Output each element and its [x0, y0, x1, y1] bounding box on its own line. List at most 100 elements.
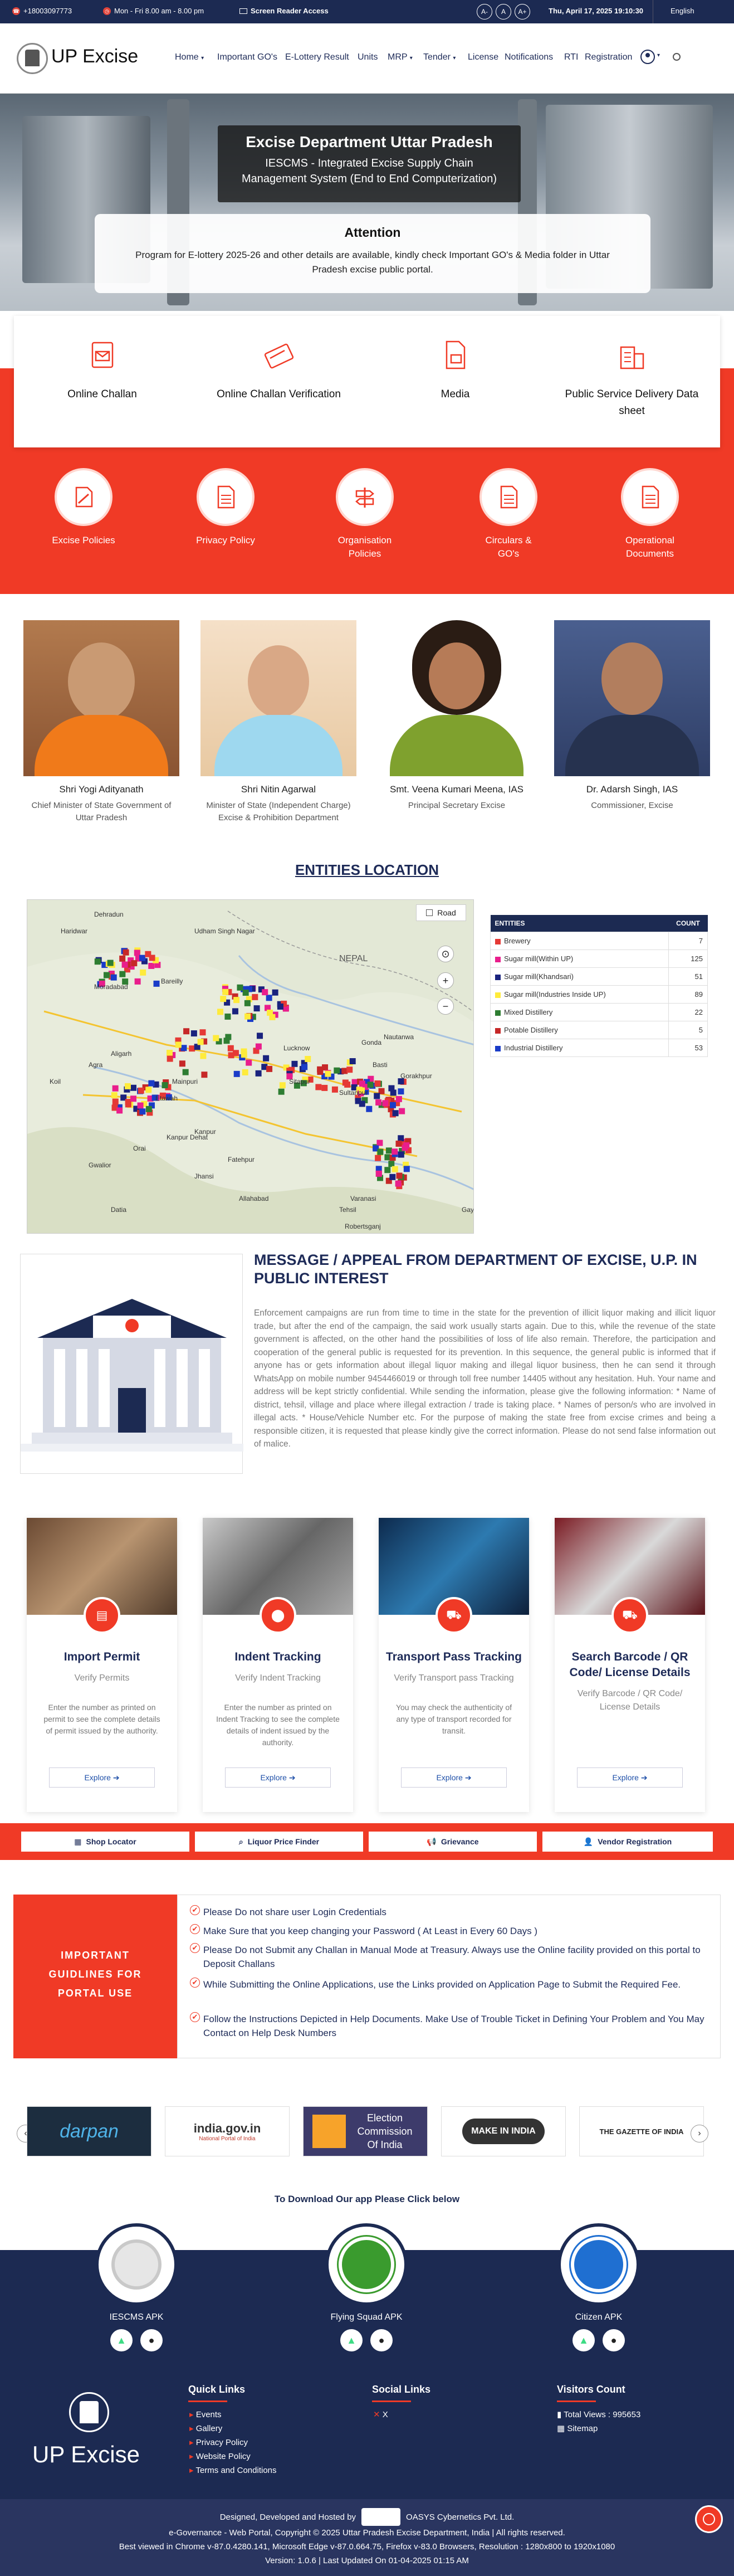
map-marker[interactable] [377, 1148, 384, 1155]
map-marker[interactable] [110, 974, 117, 981]
map-marker[interactable] [301, 1064, 308, 1070]
policy-operational-documents[interactable]: Operational Documents [616, 468, 683, 561]
footer-link[interactable]: ▸ Privacy Policy [189, 2436, 277, 2450]
map-marker[interactable] [242, 1069, 248, 1075]
nav-registration[interactable]: Registration [585, 52, 632, 62]
map-marker[interactable] [398, 1151, 404, 1158]
user-account-icon[interactable] [640, 50, 655, 64]
map-marker[interactable] [376, 1140, 383, 1146]
map-marker[interactable] [392, 1166, 398, 1172]
map-marker[interactable] [119, 971, 126, 977]
service-online-challan[interactable]: Online Challan [14, 316, 190, 447]
map-marker[interactable] [305, 1056, 311, 1063]
map-marker[interactable] [121, 961, 128, 968]
map-marker[interactable] [201, 1072, 208, 1078]
map-marker[interactable] [145, 951, 151, 957]
partner-logo-darpan[interactable]: darpan [27, 2106, 151, 2156]
nav-important-gos[interactable]: Important GO's [217, 52, 277, 62]
partner-logo-india-gov[interactable]: india.gov.in National Portal of India [165, 2106, 290, 2156]
map-marker[interactable] [148, 962, 155, 969]
map-marker[interactable] [107, 960, 114, 966]
partner-logo-gazette[interactable]: THE GAZETTE OF INDIA [579, 2106, 704, 2156]
map-marker[interactable] [246, 1059, 252, 1066]
map-marker[interactable] [241, 1051, 247, 1058]
font-increase-button[interactable]: A+ [515, 4, 530, 20]
map-marker[interactable] [367, 1082, 374, 1088]
explore-button[interactable]: Explore ➔ [49, 1767, 155, 1788]
map-marker[interactable] [388, 1161, 395, 1167]
map-marker[interactable] [223, 1038, 230, 1044]
screen-reader-link[interactable]: Screen Reader Access [239, 7, 329, 15]
apple-icon[interactable]: ● [370, 2329, 393, 2351]
map-marker[interactable] [217, 1009, 224, 1015]
map-marker[interactable] [398, 1135, 404, 1142]
partner-logo-make-in-india[interactable]: MAKE IN INDIA [441, 2106, 566, 2156]
nav-tender[interactable]: Tender ▾ [423, 52, 456, 62]
map-marker[interactable] [124, 1083, 131, 1089]
map-marker[interactable] [200, 1053, 207, 1059]
map-marker[interactable] [233, 997, 240, 1004]
map-marker[interactable] [334, 1067, 340, 1074]
search-icon[interactable] [673, 53, 681, 61]
map-marker[interactable] [213, 1035, 219, 1041]
nav-mrp[interactable]: MRP ▾ [388, 52, 413, 62]
nav-license[interactable]: License [468, 52, 498, 62]
nav-home[interactable]: Home ▾ [175, 52, 204, 62]
map-marker[interactable] [262, 989, 268, 996]
oasys-name[interactable]: OASYS Cybernetics Pvt. Ltd. [406, 2510, 514, 2524]
service-psd-data-sheet[interactable]: Public Service Delivery Data sheet [544, 316, 720, 447]
map-marker[interactable] [145, 1106, 152, 1112]
map-marker[interactable] [315, 1084, 322, 1090]
explore-button[interactable]: Explore ➔ [225, 1767, 331, 1788]
map-marker[interactable] [140, 969, 146, 976]
map-marker[interactable] [112, 1098, 119, 1105]
map-marker[interactable] [237, 984, 243, 991]
map-marker[interactable] [349, 1058, 356, 1065]
map-marker[interactable] [392, 1110, 399, 1117]
map-marker[interactable] [384, 1167, 391, 1173]
map-marker[interactable] [153, 980, 160, 987]
map-marker[interactable] [317, 1069, 324, 1075]
map-marker[interactable] [94, 958, 101, 965]
map-marker[interactable] [278, 1088, 285, 1095]
map-marker[interactable] [267, 1009, 273, 1016]
map-marker[interactable] [374, 1080, 381, 1087]
map-marker[interactable] [244, 1000, 251, 1006]
map-marker[interactable] [134, 978, 141, 985]
map-marker[interactable] [130, 1084, 137, 1091]
explore-button[interactable]: Explore ➔ [401, 1767, 507, 1788]
map-marker[interactable] [395, 1095, 402, 1102]
map-marker[interactable] [175, 1041, 182, 1048]
map-marker[interactable] [366, 1106, 373, 1112]
map-marker[interactable] [189, 1045, 195, 1052]
android-icon[interactable]: ▲ [572, 2329, 595, 2351]
map-marker[interactable] [130, 1095, 136, 1102]
map-marker[interactable] [197, 1039, 204, 1045]
footer-link[interactable]: ▸ Gallery [189, 2422, 277, 2436]
partner-logo-eci[interactable]: Election Commission Of India [303, 2106, 428, 2156]
map-marker[interactable] [392, 1148, 398, 1155]
map-marker[interactable] [388, 1085, 395, 1092]
map-marker[interactable] [395, 1141, 402, 1147]
map-marker[interactable] [125, 1101, 131, 1108]
flying-squad-app-icon[interactable] [325, 2223, 408, 2306]
map-marker[interactable] [255, 1043, 262, 1050]
sitemap-link[interactable]: ▦ Sitemap [557, 2422, 598, 2436]
map-marker[interactable] [277, 1003, 283, 1010]
scroll-top-button[interactable] [695, 2505, 723, 2533]
map-marker[interactable] [131, 960, 138, 967]
map-marker[interactable] [375, 1099, 382, 1106]
entities-map[interactable]: Dehradun Haridwar Udham Singh Nagar Moradab… [27, 899, 474, 1234]
grievance-button[interactable]: 📢 Grievance [369, 1832, 537, 1852]
service-media[interactable]: Media [367, 316, 544, 447]
service-online-challan-verification[interactable]: Online Challan Verification [190, 316, 367, 447]
map-marker[interactable] [220, 996, 227, 1002]
map-marker[interactable] [266, 995, 272, 1001]
map-marker[interactable] [252, 994, 258, 1000]
brand-name[interactable]: UP Excise [51, 46, 138, 67]
map-marker[interactable] [385, 1147, 392, 1154]
carousel-next-button[interactable]: › [691, 2125, 708, 2142]
map-marker[interactable] [183, 1028, 190, 1035]
map-marker[interactable] [399, 1108, 405, 1114]
map-marker[interactable] [398, 1088, 404, 1095]
